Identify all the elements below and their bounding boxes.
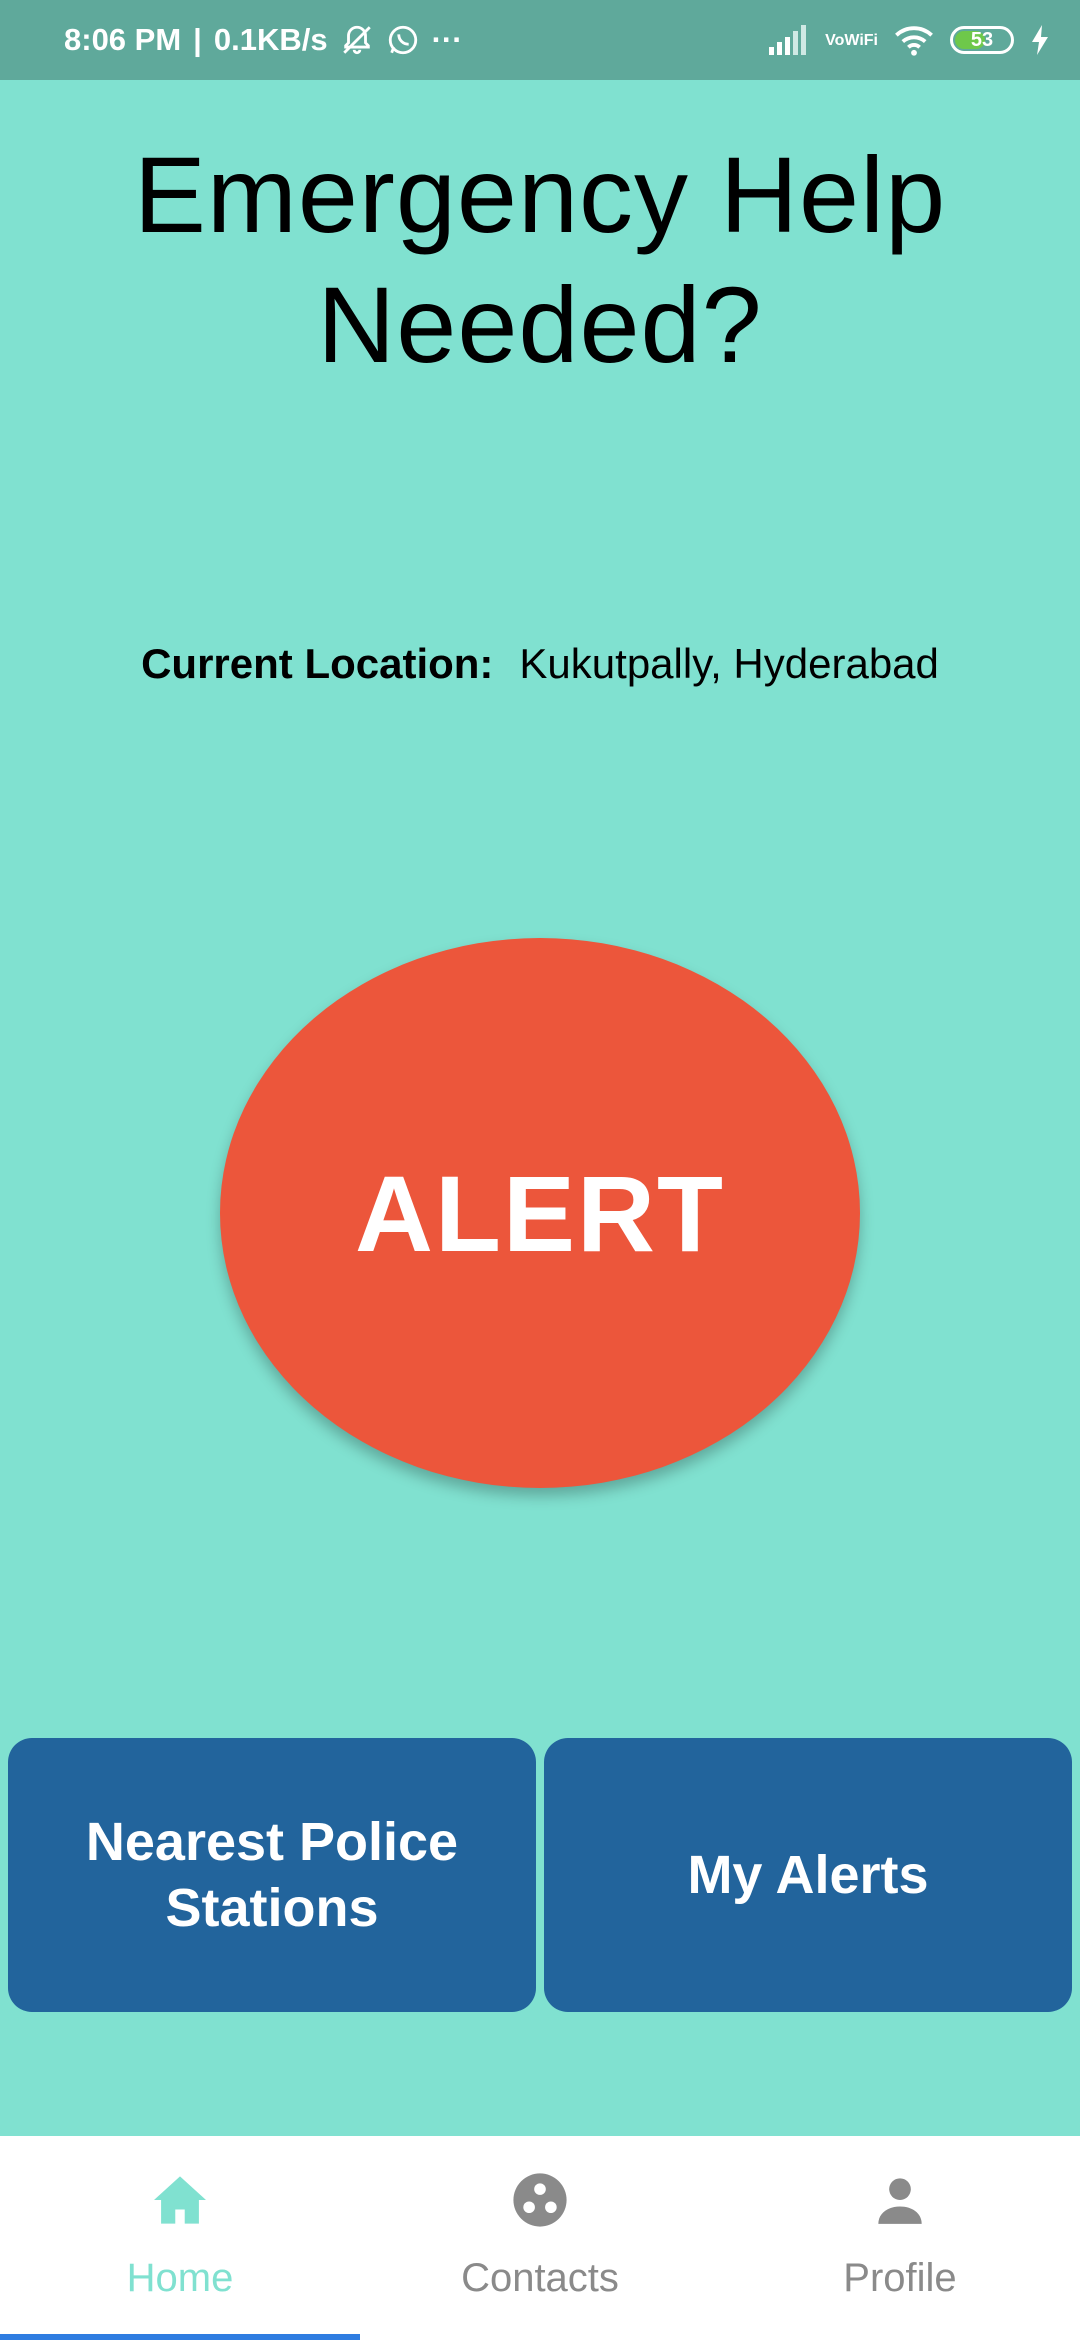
page-title: Emergency Help Needed? <box>40 130 1040 390</box>
police-button-label: Nearest Police Stations <box>85 1812 459 1938</box>
bell-off-icon <box>340 23 374 57</box>
status-overflow: ··· <box>431 22 463 57</box>
vowifi-badge: Vo WiFi <box>825 31 878 49</box>
nav-label-home: Home <box>126 2256 234 2300</box>
nav-item-contacts[interactable]: Contacts <box>360 2136 720 2340</box>
alert-label: ALERT <box>355 1152 725 1274</box>
whatsapp-icon <box>386 23 420 57</box>
status-net-speed: 0.1KB/s <box>213 22 328 57</box>
status-left: 8:06 PM | 0.1KB/s ··· <box>64 0 463 80</box>
alert-button[interactable]: ALERT <box>220 938 860 1488</box>
title-line-1: Emergency Help <box>133 134 947 255</box>
charging-bolt-icon <box>1030 25 1050 55</box>
status-separator: | <box>193 22 202 57</box>
nav-label-contacts: Contacts <box>461 2256 619 2300</box>
wifi-icon <box>894 24 934 56</box>
current-location: Current Location: Kukutpally, Hyderabad <box>0 640 1080 688</box>
bottom-navigation: Home Contacts Profile <box>0 2136 1080 2340</box>
battery-icon: 53 <box>950 26 1014 54</box>
nav-item-profile[interactable]: Profile <box>720 2136 1080 2340</box>
status-right: Vo WiFi 53 <box>769 0 1050 80</box>
my-alerts-button[interactable]: My Alerts <box>544 1738 1072 2012</box>
battery-level: 53 <box>970 28 994 51</box>
nav-label-profile: Profile <box>843 2256 957 2300</box>
contacts-icon <box>511 2168 569 2232</box>
location-label: Current Location: <box>141 640 494 687</box>
home-icon <box>151 2168 209 2232</box>
status-bar: 8:06 PM | 0.1KB/s ··· Vo WiFi 53 <box>0 0 1080 80</box>
signal-icon <box>769 25 809 55</box>
title-line-2: Needed? <box>317 264 763 385</box>
location-value: Kukutpally, Hyderabad <box>519 640 939 687</box>
my-alerts-label: My Alerts <box>687 1845 929 1905</box>
nav-active-indicator <box>0 2334 360 2340</box>
nearest-police-stations-button[interactable]: Nearest Police Stations <box>8 1738 536 2012</box>
status-time: 8:06 PM <box>64 22 182 57</box>
nav-item-home[interactable]: Home <box>0 2136 360 2340</box>
person-icon <box>874 2168 926 2232</box>
